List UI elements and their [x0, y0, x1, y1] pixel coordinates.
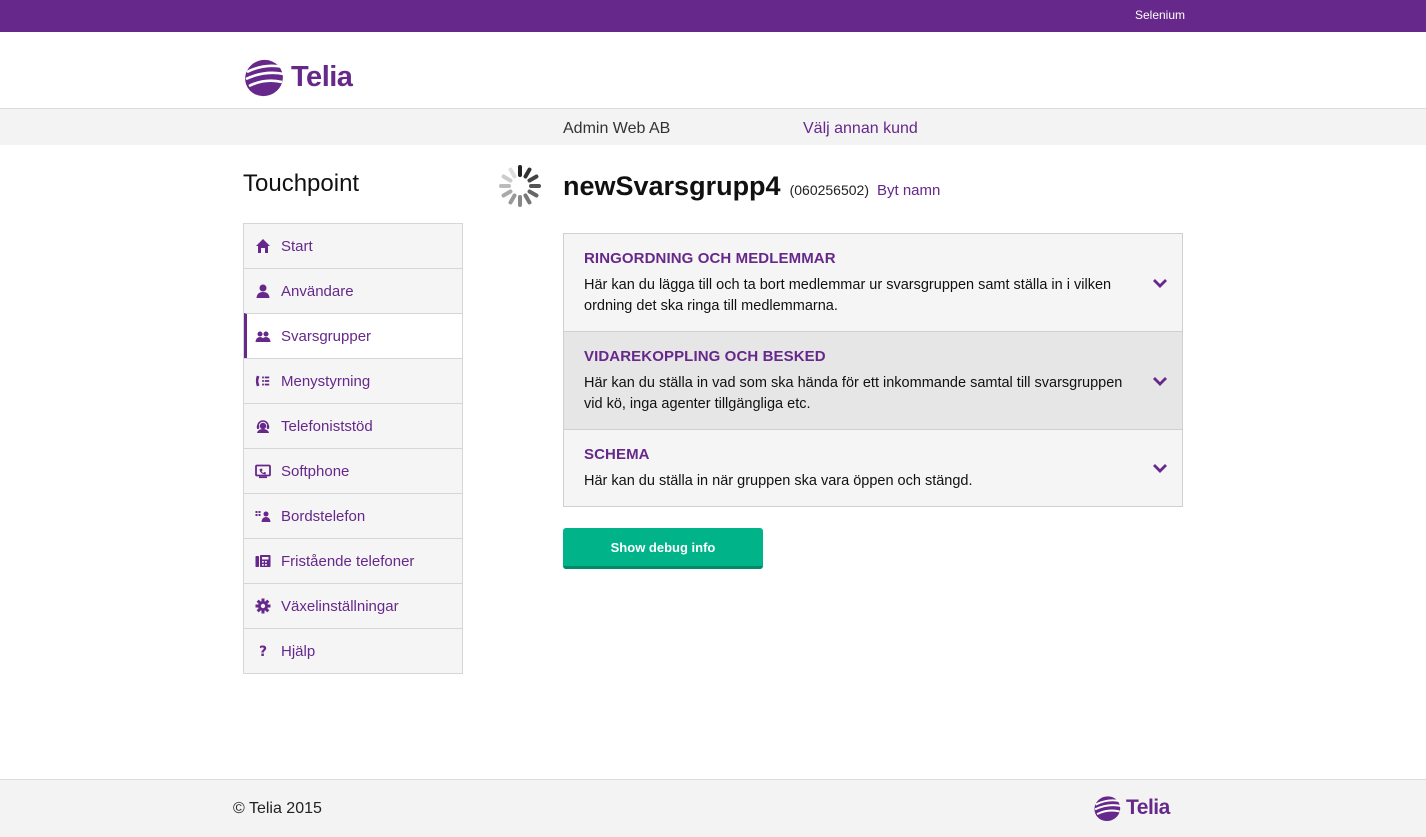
accordion-panel-ring-order[interactable]: RINGORDNING OCH MEDLEMMAR Här kan du läg… — [564, 234, 1182, 331]
sidebar-item-switch-settings[interactable]: Växelinställningar — [244, 583, 462, 628]
accordion-panel-forwarding[interactable]: VIDAREKOPPLING OCH BESKED Här kan du stä… — [564, 331, 1182, 429]
chevron-down-icon — [1153, 376, 1167, 386]
sidebar-item-operator-support[interactable]: Telefoniststöd — [244, 403, 462, 448]
logged-in-user[interactable]: Selenium — [1135, 8, 1185, 22]
switch-customer-link[interactable]: Välj annan kund — [803, 120, 918, 138]
sidebar-item-users[interactable]: Användare — [244, 268, 462, 313]
footer-telia-logo[interactable]: Telia — [1093, 793, 1170, 823]
telia-pebble-icon — [1094, 796, 1122, 822]
chevron-down-icon — [1153, 464, 1167, 473]
home-icon — [255, 238, 271, 254]
telia-wordmark: Telia — [1126, 796, 1170, 819]
sidebar-item-help[interactable]: ? Hjälp — [244, 628, 462, 673]
loading-spinner-icon — [498, 164, 542, 208]
sidebar-item-label: Softphone — [281, 462, 350, 480]
svg-text:?: ? — [259, 644, 267, 659]
sidebar-item-label: Start — [281, 237, 313, 255]
telia-pebble-icon — [245, 59, 285, 97]
chevron-down-icon — [1153, 278, 1167, 288]
desk-phone-icon — [255, 508, 271, 524]
show-debug-info-button[interactable]: Show debug info — [563, 528, 763, 569]
sidebar-item-label: Växelinställningar — [281, 597, 399, 615]
sidebar-item-label: Bordstelefon — [281, 507, 366, 525]
group-icon — [255, 328, 271, 344]
sidebar-item-menu-control[interactable]: Menystyrning — [244, 358, 462, 403]
sidebar-item-label: Hjälp — [281, 642, 316, 660]
sidebar-item-label: Användare — [281, 282, 354, 300]
sidebar-item-label: Fristående telefoner — [281, 552, 415, 570]
group-title: newSvarsgrupp4 (060256502) Byt namn — [563, 171, 940, 202]
user-icon — [255, 283, 271, 299]
sidebar-item-start[interactable]: Start — [244, 224, 462, 268]
panel-description: Här kan du ställa in när gruppen ska var… — [584, 473, 973, 489]
panel-title: RINGORDNING OCH MEDLEMMAR — [584, 250, 836, 267]
headset-icon — [255, 418, 271, 434]
rename-link[interactable]: Byt namn — [877, 182, 940, 199]
sidebar-item-softphone[interactable]: Softphone — [244, 448, 462, 493]
app-title: Touchpoint — [243, 170, 360, 197]
copyright: © Telia 2015 — [233, 800, 322, 817]
header: Telia — [0, 32, 1426, 108]
top-bar: Selenium — [0, 0, 1426, 32]
telia-logo[interactable]: Telia — [243, 55, 353, 99]
footer: © Telia 2015 Telia — [0, 779, 1426, 837]
panel-title: SCHEMA — [584, 446, 650, 463]
sidebar-item-response-groups[interactable]: Svarsgrupper — [244, 313, 462, 358]
gear-icon — [255, 598, 271, 614]
telia-wordmark: Telia — [291, 60, 353, 93]
panel-title: VIDAREKOPPLING OCH BESKED — [584, 348, 826, 365]
customer-name: Admin Web AB — [563, 120, 671, 137]
menu-phone-icon — [255, 373, 271, 389]
question-icon: ? — [255, 643, 271, 659]
accordion-panel-schedule[interactable]: SCHEMA Här kan du ställa in när gruppen … — [564, 429, 1182, 506]
sidebar-item-standalone-phones[interactable]: Fristående telefoner — [244, 538, 462, 583]
sidebar-item-desk-phone[interactable]: Bordstelefon — [244, 493, 462, 538]
sidebar-item-label: Svarsgrupper — [281, 327, 372, 345]
settings-accordion: RINGORDNING OCH MEDLEMMAR Här kan du läg… — [563, 233, 1183, 507]
panel-description: Här kan du lägga till och ta bort medlem… — [584, 277, 1112, 314]
panel-description: Här kan du ställa in vad som ska hända f… — [584, 375, 1123, 412]
sidebar-nav: Start Användare Svarsgrupper Menystyrnin… — [243, 223, 463, 674]
fax-icon — [255, 553, 271, 569]
sidebar-item-label: Telefoniststöd — [281, 417, 373, 435]
monitor-icon — [255, 463, 271, 479]
group-number: (060256502) — [789, 182, 869, 198]
customer-bar: Admin Web AB Välj annan kund — [0, 108, 1426, 145]
sidebar-item-label: Menystyrning — [281, 372, 371, 390]
group-name: newSvarsgrupp4 — [563, 171, 781, 201]
